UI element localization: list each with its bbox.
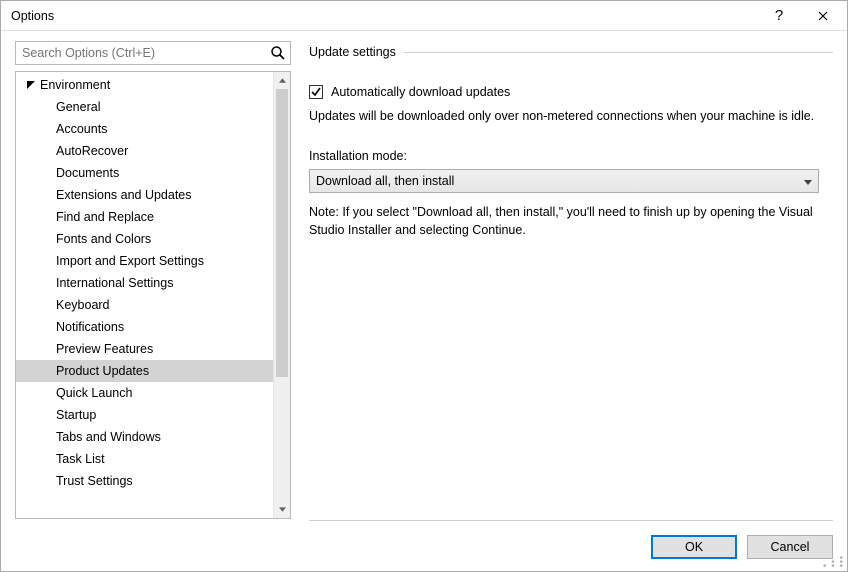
install-mode-note: Note: If you select "Download all, then … [309,203,819,239]
window-title: Options [11,9,757,23]
tree-item-trust-settings[interactable]: Trust Settings [16,470,273,492]
tree-item-label: Product Updates [56,364,149,378]
search-box[interactable] [15,41,291,65]
tree-item-environment[interactable]: Environment [16,74,273,96]
tree-item-autorecover[interactable]: AutoRecover [16,140,273,162]
tree-item-label: Trust Settings [56,474,133,488]
tree-item-label: Import and Export Settings [56,254,204,268]
section-title: Update settings [309,45,396,59]
tree-item-preview-features[interactable]: Preview Features [16,338,273,360]
tree-item-label: Quick Launch [56,386,132,400]
dialog-footer: OK Cancel [1,519,847,571]
tree-item-tabs-windows[interactable]: Tabs and Windows [16,426,273,448]
tree-item-label: Tabs and Windows [56,430,161,444]
tree-item-label: Startup [56,408,96,422]
cancel-button[interactable]: Cancel [747,535,833,559]
auto-download-label: Automatically download updates [331,85,510,99]
tree-item-task-list[interactable]: Task List [16,448,273,470]
tree-scrollbar[interactable] [273,72,290,518]
tree-item-label: Notifications [56,320,124,334]
tree-item-label: Documents [56,166,119,180]
section-header: Update settings [309,45,833,59]
tree-item-label: Task List [56,452,105,466]
tree-item-find-replace[interactable]: Find and Replace [16,206,273,228]
auto-download-row[interactable]: Automatically download updates [309,85,833,99]
search-icon [270,45,286,61]
dialog-body: Environment General Accounts AutoRecover… [1,31,847,519]
button-row: OK Cancel [15,535,833,559]
tree-item-general[interactable]: General [16,96,273,118]
help-button[interactable]: ? [757,2,801,30]
checkmark-icon [311,87,321,97]
cancel-button-label: Cancel [771,540,810,554]
install-mode-label: Installation mode: [309,149,833,163]
tree-item-label: Fonts and Colors [56,232,151,246]
auto-download-checkbox[interactable] [309,85,323,99]
tree-item-extensions-updates[interactable]: Extensions and Updates [16,184,273,206]
tree-item-startup[interactable]: Startup [16,404,273,426]
ok-button-label: OK [685,540,703,554]
tree-item-label: Environment [40,74,110,96]
footer-divider [309,520,833,521]
install-mode-value: Download all, then install [316,174,454,188]
tree-item-label: Extensions and Updates [56,188,192,202]
tree-item-label: AutoRecover [56,144,128,158]
tree-item-label: Accounts [56,122,107,136]
left-column: Environment General Accounts AutoRecover… [15,41,291,519]
tree-item-international[interactable]: International Settings [16,272,273,294]
category-tree: Environment General Accounts AutoRecover… [15,71,291,519]
tree-item-label: International Settings [56,276,173,290]
tree-item-keyboard[interactable]: Keyboard [16,294,273,316]
tree-item-label: Preview Features [56,342,153,356]
close-button[interactable] [801,2,845,30]
scroll-down-button[interactable] [274,501,290,518]
tree-item-quick-launch[interactable]: Quick Launch [16,382,273,404]
tree-item-label: Keyboard [56,298,110,312]
settings-panel: Update settings Automatically download u… [309,41,833,519]
scroll-thumb[interactable] [276,89,288,377]
scroll-up-button[interactable] [274,72,290,89]
title-bar: Options ? [1,1,847,31]
tree-item-import-export[interactable]: Import and Export Settings [16,250,273,272]
ok-button[interactable]: OK [651,535,737,559]
scroll-track[interactable] [274,89,290,501]
tree-item-label: Find and Replace [56,210,154,224]
close-icon [818,11,828,21]
section-divider [404,52,833,53]
chevron-down-icon [804,174,812,188]
search-input[interactable] [22,46,266,60]
tree-item-accounts[interactable]: Accounts [16,118,273,140]
install-mode-select[interactable]: Download all, then install [309,169,819,193]
auto-download-description: Updates will be downloaded only over non… [309,107,819,125]
tree-item-notifications[interactable]: Notifications [16,316,273,338]
tree-list[interactable]: Environment General Accounts AutoRecover… [16,72,273,518]
tree-item-product-updates[interactable]: Product Updates [16,360,273,382]
tree-item-label: General [56,100,100,114]
expand-arrow-icon [26,80,36,90]
tree-item-fonts-colors[interactable]: Fonts and Colors [16,228,273,250]
tree-item-documents[interactable]: Documents [16,162,273,184]
